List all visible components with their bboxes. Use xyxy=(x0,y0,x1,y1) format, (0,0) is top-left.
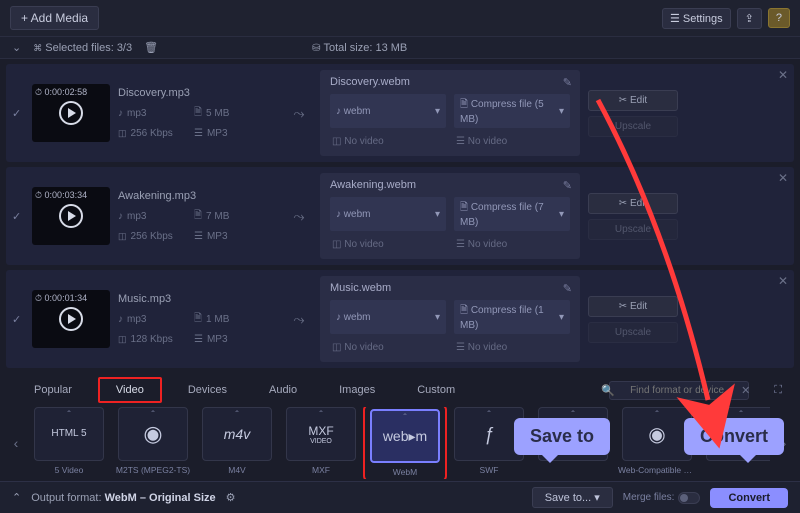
upscale-button: Upscale xyxy=(588,219,678,240)
total-size-label: Total size: 13 MB xyxy=(312,42,407,54)
convert-button[interactable]: Convert xyxy=(710,488,788,508)
file-row: ✓ ⏱ 0:00:03:34 Awakening.mp3 mp3 7 MB 25… xyxy=(6,167,794,265)
file-list: ✓ ⏱ 0:00:02:58 Discovery.mp3 mp3 5 MB 25… xyxy=(0,64,800,368)
upscale-button: Upscale xyxy=(588,116,678,137)
check-icon[interactable]: ✓ xyxy=(12,107,24,120)
duration-label: ⏱ 0:00:02:58 xyxy=(35,87,87,98)
convert-arrow-icon: ⤳ xyxy=(286,311,312,328)
gear-icon[interactable]: ⚙ xyxy=(226,491,236,504)
format-card-html5[interactable]: ˆHTML 55 Video xyxy=(30,407,108,479)
format-card-m4v[interactable]: ˆm4vM4V xyxy=(198,407,276,479)
compress-dropdown[interactable]: 🗎 Compress file (5 MB)▾ xyxy=(454,94,570,128)
bottom-bar: ⌃ Output format: WebM – Original Size ⚙ … xyxy=(0,481,800,513)
format-card-m2ts[interactable]: ˆ◉M2TS (MPEG2-TS) xyxy=(114,407,192,479)
close-icon[interactable]: ✕ xyxy=(778,68,788,82)
share-icon: ⇪ xyxy=(745,13,754,25)
convert-arrow-icon: ⤳ xyxy=(286,105,312,122)
selection-toolbar: ⌄ Selected files: 3/3 🗑 Total size: 13 M… xyxy=(0,36,800,59)
compress-dropdown[interactable]: 🗎 Compress file (7 MB)▾ xyxy=(454,197,570,231)
tab-devices[interactable]: Devices xyxy=(172,379,243,401)
output-panel: Awakening.webm ✎ ♪ webm▾ 🗎 Compress file… xyxy=(320,173,580,259)
top-bar: + Add Media ☰ Settings ⇪ ? xyxy=(0,0,800,36)
help-button[interactable]: ? xyxy=(768,8,790,28)
output-format-dropdown[interactable]: ♪ webm▾ xyxy=(330,300,446,334)
size-label: 5 MB xyxy=(194,105,264,122)
bitrate-label: 256 Kbps xyxy=(118,128,184,139)
edit-button[interactable]: ✂ Edit xyxy=(588,296,678,317)
output-format-label: Output format: WebM – Original Size xyxy=(31,492,215,504)
compress-dropdown[interactable]: 🗎 Compress file (1 MB)▾ xyxy=(454,300,570,334)
scroll-left-button[interactable]: ‹ xyxy=(6,413,26,473)
trash-icon[interactable]: 🗑 xyxy=(144,41,158,54)
play-icon[interactable] xyxy=(59,307,83,331)
hamburger-icon: ☰ xyxy=(670,13,680,25)
tab-custom[interactable]: Custom xyxy=(401,379,471,401)
output-format-dropdown[interactable]: ♪ webm▾ xyxy=(330,197,446,231)
output-panel: Music.webm ✎ ♪ webm▾ 🗎 Compress file (1 … xyxy=(320,276,580,362)
duration-label: ⏱ 0:00:03:34 xyxy=(35,190,87,201)
file-name: Awakening.mp3 xyxy=(118,190,278,202)
clear-search-icon[interactable]: ✕ xyxy=(741,384,750,397)
save-to-button[interactable]: Save to... ▾ xyxy=(532,487,613,508)
format-card-webm[interactable]: ˆweb▸mWebM xyxy=(366,407,444,479)
format-card-mxf[interactable]: ˆMXFVIDEOMXF xyxy=(282,407,360,479)
file-row: ✓ ⏱ 0:00:01:34 Music.mp3 mp3 1 MB 128 Kb… xyxy=(6,270,794,368)
callout-save-to: Save to xyxy=(514,418,610,455)
upscale-button: Upscale xyxy=(588,322,678,343)
file-name: Discovery.mp3 xyxy=(118,87,278,99)
play-icon[interactable] xyxy=(59,101,83,125)
close-icon[interactable]: ✕ xyxy=(778,171,788,185)
search-icon: 🔍 xyxy=(601,384,615,397)
novideo-label: ☰ No video xyxy=(454,133,570,150)
novideo-label: ◫ No video xyxy=(330,133,446,150)
check-icon[interactable]: ✓ xyxy=(12,210,24,223)
edit-name-icon[interactable]: ✎ xyxy=(563,282,572,295)
edit-name-icon[interactable]: ✎ xyxy=(563,179,572,192)
output-panel: Discovery.webm ✎ ♪ webm▾ 🗎 Compress file… xyxy=(320,70,580,156)
format-carousel: ‹ ˆHTML 55 Video ˆ◉M2TS (MPEG2-TS) ˆm4vM… xyxy=(0,403,800,481)
codec-label: MP3 xyxy=(194,128,264,139)
collapse-icon[interactable]: ⌄ xyxy=(12,41,21,54)
thumbnail[interactable]: ⏱ 0:00:02:58 xyxy=(32,84,110,142)
edit-name-icon[interactable]: ✎ xyxy=(563,76,572,89)
selected-files-label: Selected files: 3/3 xyxy=(33,42,132,54)
format-tabs: Popular Video Devices Audio Images Custo… xyxy=(0,373,800,403)
share-button[interactable]: ⇪ xyxy=(737,8,762,29)
merge-files-toggle[interactable]: Merge files: xyxy=(623,492,701,504)
collapse-icon[interactable]: ⌃ xyxy=(12,491,21,504)
tab-popular[interactable]: Popular xyxy=(18,379,88,401)
edit-button[interactable]: ✂ Edit xyxy=(588,90,678,111)
tab-audio[interactable]: Audio xyxy=(253,379,313,401)
edit-button[interactable]: ✂ Edit xyxy=(588,193,678,214)
duration-label: ⏱ 0:00:01:34 xyxy=(35,293,87,304)
add-media-button[interactable]: + Add Media xyxy=(10,6,99,30)
close-icon[interactable]: ✕ xyxy=(778,274,788,288)
tab-video[interactable]: Video xyxy=(98,377,162,403)
file-row: ✓ ⏱ 0:00:02:58 Discovery.mp3 mp3 5 MB 25… xyxy=(6,64,794,162)
tab-images[interactable]: Images xyxy=(323,379,391,401)
convert-arrow-icon: ⤳ xyxy=(286,208,312,225)
format-label: mp3 xyxy=(118,105,184,122)
expand-icon[interactable]: ⛶ xyxy=(774,384,782,397)
format-search-input[interactable] xyxy=(609,381,749,400)
thumbnail[interactable]: ⏱ 0:00:01:34 xyxy=(32,290,110,348)
thumbnail[interactable]: ⏱ 0:00:03:34 xyxy=(32,187,110,245)
callout-convert: Convert xyxy=(684,418,784,455)
settings-button[interactable]: ☰ Settings xyxy=(662,8,731,29)
check-icon[interactable]: ✓ xyxy=(12,313,24,326)
play-icon[interactable] xyxy=(59,204,83,228)
output-format-dropdown[interactable]: ♪ webm▾ xyxy=(330,94,446,128)
output-file-name: Discovery.webm xyxy=(330,76,570,88)
